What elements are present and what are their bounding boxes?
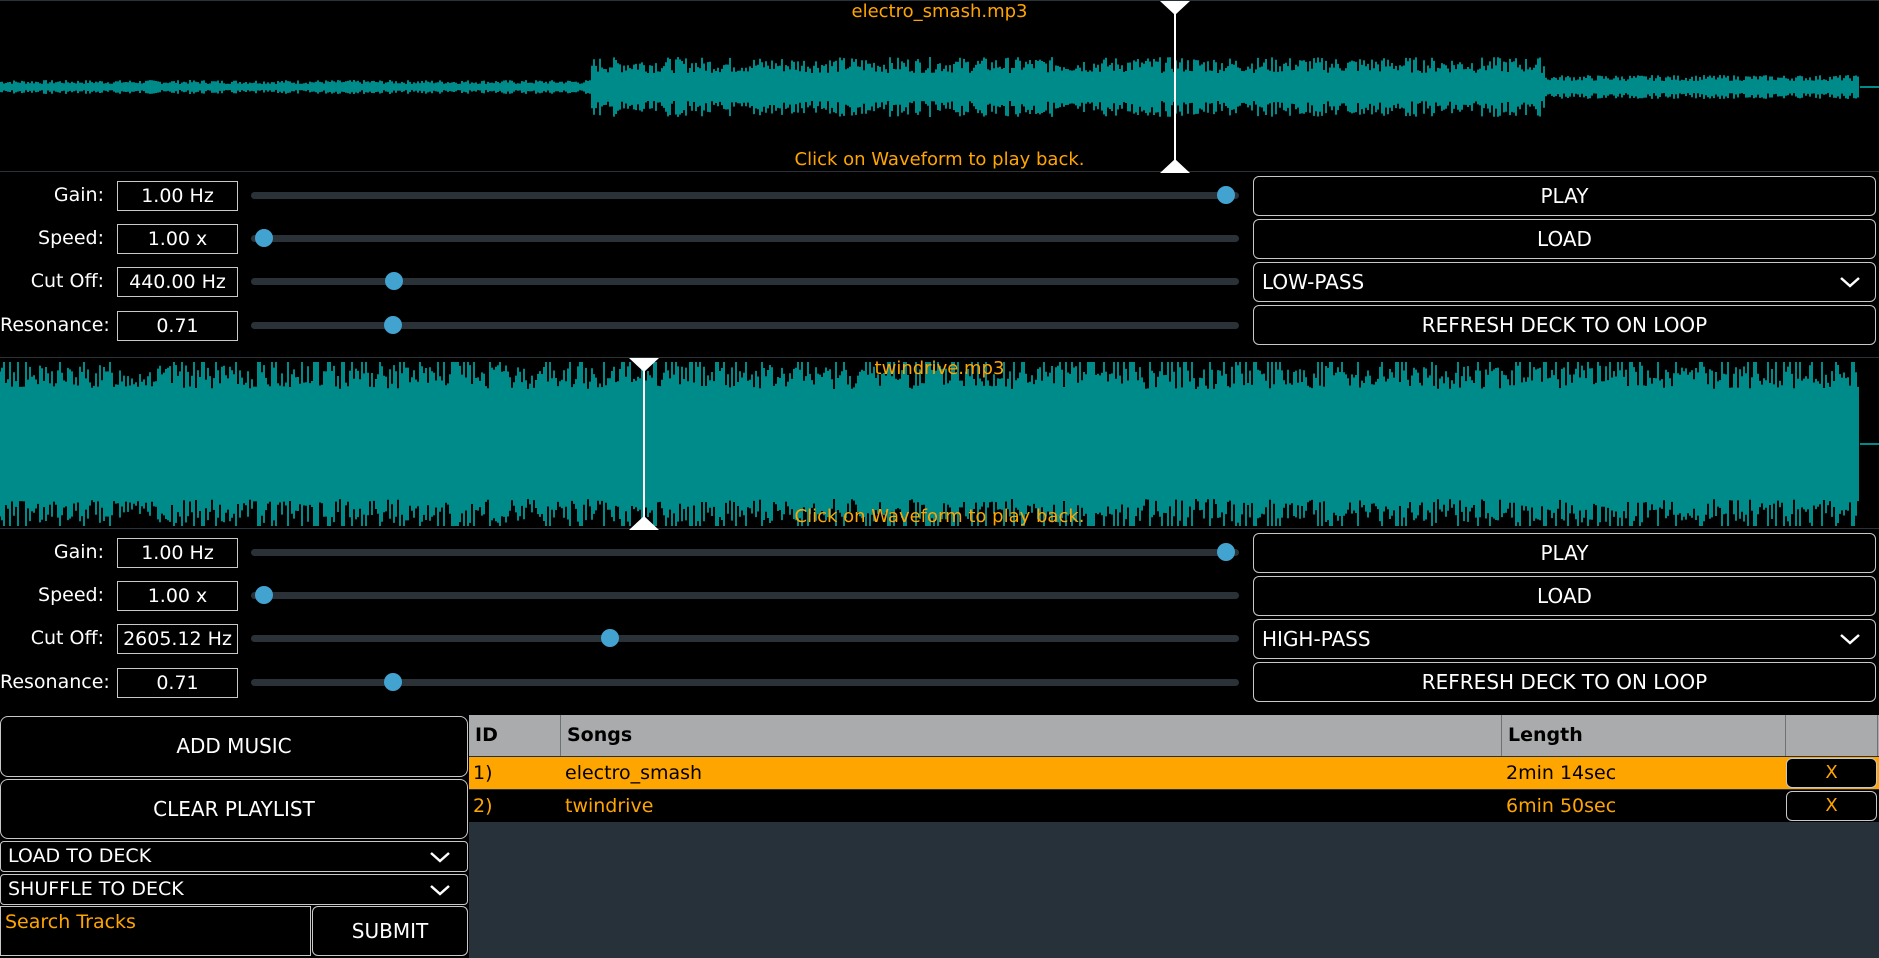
dj-app: electro_smash.mp3 Click on Waveform to p… xyxy=(0,0,1879,958)
deck1-load-button[interactable]: LOAD xyxy=(1253,219,1876,259)
search-tracks-input[interactable]: Search Tracks xyxy=(0,906,311,956)
deck2-filename: twindrive.mp3 xyxy=(874,358,1005,379)
playhead-top-marker-icon xyxy=(628,358,659,372)
column-header-id[interactable]: ID xyxy=(469,715,561,756)
remove-track-button[interactable]: X xyxy=(1786,791,1877,821)
row-song: electro_smash xyxy=(565,762,703,784)
playlist-header: ID Songs Length xyxy=(469,715,1879,756)
deck2-cutoff-value[interactable]: 2605.12 Hz xyxy=(117,624,238,654)
deck2-playhead[interactable] xyxy=(628,358,659,530)
playhead-bottom-marker-icon xyxy=(1160,159,1191,173)
deck2-resonance-row: Resonance: 0.71 xyxy=(0,664,1245,700)
row-length: 6min 50sec xyxy=(1506,795,1617,817)
deck2-resonance-slider[interactable] xyxy=(251,664,1239,700)
deck1-refresh-loop-button[interactable]: REFRESH DECK TO ON LOOP xyxy=(1253,305,1876,345)
deck2-resonance-label: Resonance: xyxy=(0,671,110,693)
slider-thumb[interactable] xyxy=(255,586,273,604)
deck2-cutoff-label: Cut Off: xyxy=(30,627,104,649)
deck2-speed-value[interactable]: 1.00 x xyxy=(117,581,238,611)
deck2-filter-dropdown[interactable]: HIGH-PASS xyxy=(1253,619,1876,659)
deck1-waveform[interactable]: electro_smash.mp3 Click on Waveform to p… xyxy=(0,0,1879,173)
deck1-speed-slider[interactable] xyxy=(251,220,1239,256)
playhead-top-marker-icon xyxy=(1160,1,1191,15)
deck1-play-button[interactable]: PLAY xyxy=(1253,176,1876,216)
add-music-button[interactable]: ADD MUSIC xyxy=(0,716,468,777)
deck2-controls: Gain: 1.00 Hz Speed: 1.00 x Cut Off: 260… xyxy=(0,531,1879,715)
deck2-speed-slider[interactable] xyxy=(251,577,1239,613)
deck2-speed-row: Speed: 1.00 x xyxy=(0,577,1245,613)
deck2-waveform-graphic xyxy=(0,362,1879,526)
row-length: 2min 14sec xyxy=(1506,762,1617,784)
deck1-speed-label: Speed: xyxy=(38,227,104,249)
deck1-speed-value[interactable]: 1.00 x xyxy=(117,224,238,254)
deck2-gain-slider[interactable] xyxy=(251,534,1239,570)
deck1-waveform-hint: Click on Waveform to play back. xyxy=(794,149,1085,170)
playhead-bottom-marker-icon xyxy=(628,516,659,530)
playlist-table: ID Songs Length 1) electro_smash 2min 14… xyxy=(469,715,1879,958)
deck1-filter-dropdown[interactable]: LOW-PASS xyxy=(1253,262,1876,302)
deck2-gain-row: Gain: 1.00 Hz xyxy=(0,534,1245,570)
deck2-play-button[interactable]: PLAY xyxy=(1253,533,1876,573)
deck1-cutoff-label: Cut Off: xyxy=(30,270,104,292)
table-row[interactable]: 1) electro_smash 2min 14sec X xyxy=(469,757,1879,789)
deck2-waveform-hint: Click on Waveform to play back. xyxy=(794,506,1085,527)
shuffle-to-deck-label: SHUFFLE TO DECK xyxy=(8,878,184,900)
deck1-filter-selected: LOW-PASS xyxy=(1262,270,1365,294)
slider-thumb[interactable] xyxy=(255,229,273,247)
deck1-resonance-slider[interactable] xyxy=(251,307,1239,343)
deck1-cutoff-row: Cut Off: 440.00 Hz xyxy=(0,263,1245,299)
deck1-controls: Gain: 1.00 Hz Speed: 1.00 x Cut Off: 440… xyxy=(0,174,1879,358)
deck1-gain-row: Gain: 1.00 Hz xyxy=(0,177,1245,213)
slider-thumb[interactable] xyxy=(1217,186,1235,204)
deck1-filename: electro_smash.mp3 xyxy=(851,1,1028,22)
chevron-down-icon xyxy=(1840,634,1860,645)
deck2-gain-label: Gain: xyxy=(53,541,104,563)
deck2-gain-value[interactable]: 1.00 Hz xyxy=(117,538,238,568)
deck1-gain-label: Gain: xyxy=(53,184,104,206)
deck1-resonance-value[interactable]: 0.71 xyxy=(117,311,238,341)
remove-track-button[interactable]: X xyxy=(1786,758,1877,788)
submit-search-button[interactable]: SUBMIT xyxy=(312,906,468,956)
slider-thumb[interactable] xyxy=(601,629,620,647)
deck2-refresh-loop-button[interactable]: REFRESH DECK TO ON LOOP xyxy=(1253,662,1876,702)
slider-thumb[interactable] xyxy=(1217,543,1235,561)
table-row[interactable]: 2) twindrive 6min 50sec X xyxy=(469,790,1879,822)
chevron-down-icon xyxy=(1840,277,1860,288)
load-to-deck-label: LOAD TO DECK xyxy=(8,845,152,867)
shuffle-to-deck-dropdown[interactable]: SHUFFLE TO DECK xyxy=(0,874,468,905)
deck2-speed-label: Speed: xyxy=(38,584,104,606)
deck1-gain-value[interactable]: 1.00 Hz xyxy=(117,181,238,211)
column-header-remove xyxy=(1785,715,1879,756)
row-id: 2) xyxy=(473,795,493,817)
row-song: twindrive xyxy=(565,795,654,817)
deck1-gain-slider[interactable] xyxy=(251,177,1239,213)
clear-playlist-button[interactable]: CLEAR PLAYLIST xyxy=(0,779,468,839)
deck2-cutoff-row: Cut Off: 2605.12 Hz xyxy=(0,620,1245,656)
chevron-down-icon xyxy=(430,852,450,863)
search-tracks-placeholder: Search Tracks xyxy=(5,911,136,933)
deck2-waveform[interactable]: twindrive.mp3 Click on Waveform to play … xyxy=(0,357,1879,530)
slider-thumb[interactable] xyxy=(384,272,403,290)
deck2-filter-selected: HIGH-PASS xyxy=(1262,627,1371,651)
deck2-cutoff-slider[interactable] xyxy=(251,620,1239,656)
deck1-speed-row: Speed: 1.00 x xyxy=(0,220,1245,256)
deck1-cutoff-value[interactable]: 440.00 Hz xyxy=(117,267,238,297)
deck1-resonance-row: Resonance: 0.71 xyxy=(0,307,1245,343)
load-to-deck-dropdown[interactable]: LOAD TO DECK xyxy=(0,841,468,872)
slider-thumb[interactable] xyxy=(383,673,402,691)
deck1-cutoff-slider[interactable] xyxy=(251,263,1239,299)
row-id: 1) xyxy=(473,762,493,784)
deck1-resonance-label: Resonance: xyxy=(0,314,110,336)
deck2-load-button[interactable]: LOAD xyxy=(1253,576,1876,616)
slider-thumb[interactable] xyxy=(383,316,402,334)
chevron-down-icon xyxy=(430,885,450,896)
column-header-songs[interactable]: Songs xyxy=(561,715,1502,756)
deck2-resonance-value[interactable]: 0.71 xyxy=(117,668,238,698)
deck1-waveform-graphic xyxy=(0,57,1879,117)
deck1-playhead[interactable] xyxy=(1160,1,1191,173)
